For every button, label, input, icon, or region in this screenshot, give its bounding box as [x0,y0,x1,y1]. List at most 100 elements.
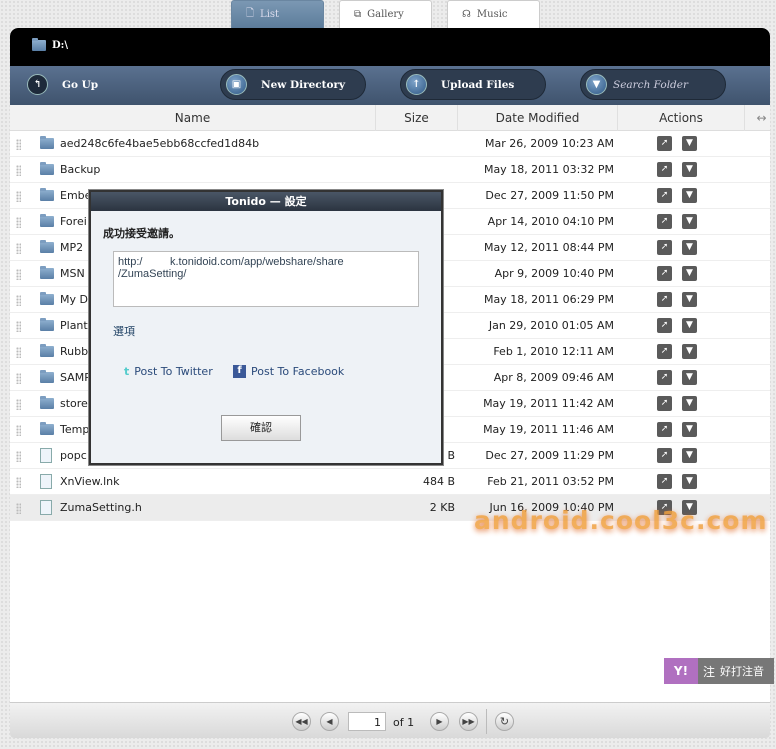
drag-handle[interactable] [16,295,21,306]
open-icon[interactable]: ➚ [657,448,672,463]
page-input[interactable]: 1 [348,712,386,731]
menu-dropdown-icon[interactable]: ▼ [682,422,697,437]
file-name[interactable]: Temp [60,423,89,436]
search-folder-input[interactable]: ▼ Search Folder [580,69,726,100]
drag-handle[interactable] [16,217,21,228]
share-url-textarea[interactable]: http:/ k.tonidoid.com/app/webshare/share… [113,251,419,307]
filter-icon: ▼ [586,74,607,95]
column-name[interactable]: Name [10,105,376,131]
drag-handle[interactable] [16,503,21,514]
table-row[interactable]: Backup May 18, 2011 03:32 PM ➚ ▼ [10,157,770,183]
drag-handle[interactable] [16,477,21,488]
file-name[interactable]: ZumaSetting.h [60,501,142,514]
options-link[interactable]: 選項 [113,323,135,339]
go-up-button[interactable]: ↰ Go Up [22,69,98,100]
table-row[interactable]: aed248c6fe4bae5ebb68ccfed1d84b Mar 26, 20… [10,131,770,157]
file-name[interactable]: SAMP [60,371,91,384]
menu-dropdown-icon[interactable]: ▼ [682,188,697,203]
file-name[interactable]: MSN [60,267,85,280]
refresh-button[interactable]: ↻ [495,712,514,731]
menu-dropdown-icon[interactable]: ▼ [682,474,697,489]
drag-handle[interactable] [16,269,21,280]
tab-gallery[interactable]: ⧉ Gallery [339,0,432,28]
file-name[interactable]: aed248c6fe4bae5ebb68ccfed1d84b [60,137,259,150]
open-icon[interactable]: ➚ [657,214,672,229]
current-path: D:\ [52,40,69,51]
file-name[interactable]: Forei [60,215,87,228]
first-page-button[interactable]: ◀◀ [292,712,311,731]
open-icon[interactable]: ➚ [657,292,672,307]
post-facebook-link[interactable]: f Post To Facebook [233,365,344,378]
table-header: Name Size Date Modified Actions ↔ [10,105,770,131]
file-icon [40,500,52,515]
file-date: Apr 14, 2010 04:10 PM [487,215,614,228]
tab-list[interactable]: 🗋 List [231,0,324,28]
ok-button[interactable]: 確認 [221,415,301,441]
folder-icon [40,266,54,279]
file-name[interactable]: XnView.lnk [60,475,120,488]
open-icon[interactable]: ➚ [657,422,672,437]
open-icon[interactable]: ➚ [657,162,672,177]
open-icon[interactable]: ➚ [657,344,672,359]
new-folder-icon: ▣ [226,74,247,95]
upload-icon: ↑ [406,74,427,95]
menu-dropdown-icon[interactable]: ▼ [682,396,697,411]
drag-handle[interactable] [16,399,21,410]
open-icon[interactable]: ➚ [657,396,672,411]
post-twitter-link[interactable]: t Post To Twitter [124,365,213,378]
drag-handle[interactable] [16,321,21,332]
toolbar: ↰ Go Up ▣ New Directory ↑ Upload Files ▼ Sea… [10,66,770,105]
open-icon[interactable]: ➚ [657,136,672,151]
drag-handle[interactable] [16,139,21,150]
open-icon[interactable]: ➚ [657,474,672,489]
drag-handle[interactable] [16,373,21,384]
menu-dropdown-icon[interactable]: ▼ [682,240,697,255]
file-name[interactable]: store [60,397,88,410]
open-icon[interactable]: ➚ [657,188,672,203]
file-name[interactable]: Embe [60,189,91,202]
open-icon[interactable]: ➚ [657,370,672,385]
file-name[interactable]: MP2 [60,241,83,254]
tab-music[interactable]: ☊ Music [447,0,540,28]
file-name[interactable]: Backup [60,163,100,176]
drag-handle[interactable] [16,191,21,202]
table-row[interactable]: XnView.lnk 484 B Feb 21, 2011 03:52 PM ➚ ▼ [10,469,770,495]
menu-dropdown-icon[interactable]: ▼ [682,136,697,151]
file-name[interactable]: popc [60,449,87,462]
folder-icon [40,370,54,383]
file-name[interactable]: Rubb [60,345,88,358]
watermark: android.cool3c.com [474,506,768,535]
ime-indicator[interactable]: Y! 注好打注音 [664,658,774,684]
resize-columns-icon[interactable]: ↔ [753,105,770,131]
drag-handle[interactable] [16,451,21,462]
headphones-icon: ☊ [462,9,471,20]
drag-handle[interactable] [16,165,21,176]
column-date[interactable]: Date Modified [458,105,618,131]
last-page-button[interactable]: ▶▶ [459,712,478,731]
upload-files-button[interactable]: ↑ Upload Files [400,69,546,100]
drag-handle[interactable] [16,243,21,254]
folder-icon [40,422,54,435]
open-icon[interactable]: ➚ [657,240,672,255]
file-date: Dec 27, 2009 11:50 PM [485,189,614,202]
menu-dropdown-icon[interactable]: ▼ [682,162,697,177]
menu-dropdown-icon[interactable]: ▼ [682,344,697,359]
next-page-button[interactable]: ▶ [430,712,449,731]
open-icon[interactable]: ➚ [657,266,672,281]
drag-handle[interactable] [16,425,21,436]
menu-dropdown-icon[interactable]: ▼ [682,292,697,307]
folder-icon [40,292,54,305]
column-size[interactable]: Size [376,105,458,131]
prev-page-button[interactable]: ◀ [320,712,339,731]
new-directory-button[interactable]: ▣ New Directory [220,69,366,100]
menu-dropdown-icon[interactable]: ▼ [682,370,697,385]
file-date: Feb 1, 2010 12:11 AM [493,345,614,358]
menu-dropdown-icon[interactable]: ▼ [682,448,697,463]
divider [486,709,487,734]
menu-dropdown-icon[interactable]: ▼ [682,214,697,229]
drag-handle[interactable] [16,347,21,358]
settings-dialog: Tonido — 設定 成功接受邀請。 http:/ k.tonidoid.co… [89,190,443,465]
menu-dropdown-icon[interactable]: ▼ [682,318,697,333]
menu-dropdown-icon[interactable]: ▼ [682,266,697,281]
open-icon[interactable]: ➚ [657,318,672,333]
